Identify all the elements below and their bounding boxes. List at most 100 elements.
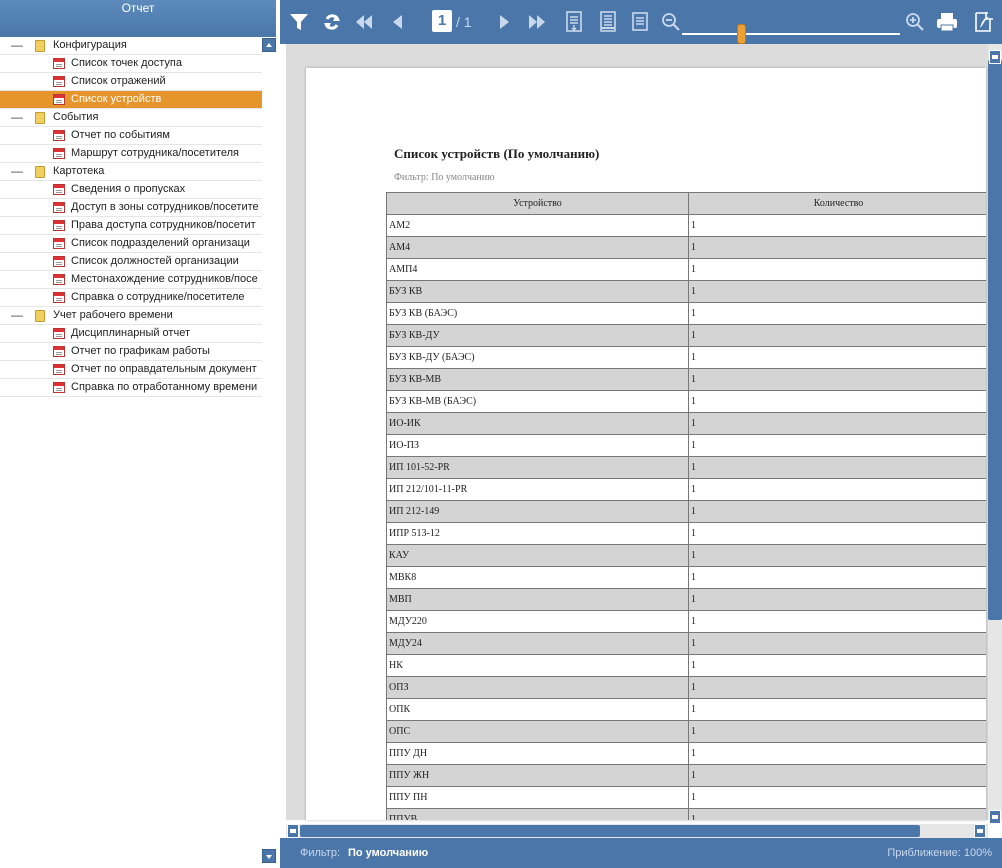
device-cell: МВП (386, 588, 689, 611)
tree-item[interactable]: Права доступа сотрудников/посетит (0, 217, 262, 235)
report-icon (53, 202, 65, 213)
tree-group[interactable]: — Картотека (0, 163, 262, 181)
page-width-icon[interactable] (626, 0, 654, 44)
report-icon (53, 292, 65, 303)
tree-item[interactable]: Список отражений (0, 73, 262, 91)
zoom-in-icon[interactable] (902, 0, 928, 44)
device-cell: ППУ ПН (386, 786, 689, 809)
zoom-slider-handle[interactable] (736, 24, 746, 44)
zoom-out-icon[interactable] (658, 0, 684, 44)
table-row: БУЗ КВ-ДУ (БАЭС) 1 (386, 346, 986, 369)
table-row: МВК8 1 (386, 566, 986, 589)
devices-table: Устройство Количество АМ2 1 АМ4 1 АМП4 1 БУЗ К… (386, 192, 986, 820)
scroll-left-button[interactable] (287, 824, 299, 838)
tree-item[interactable]: Дисциплинарный отчет (0, 325, 262, 343)
collapse-icon[interactable]: — (11, 307, 23, 324)
report-icon (53, 238, 65, 249)
table-row: ОПК 1 (386, 698, 986, 721)
count-cell: 1 (688, 742, 986, 765)
tree-group[interactable]: — Учет рабочего времени (0, 307, 262, 325)
report-filter-text: Фильтр: По умолчанию (394, 172, 495, 183)
device-cell: БУЗ КВ-МВ (БАЭС) (386, 390, 689, 413)
tree-group[interactable]: — Конфигурация (0, 37, 262, 55)
tree-scroll-up-button[interactable] (262, 38, 276, 52)
next-page-icon[interactable] (490, 0, 518, 44)
tree-item-label: Маршрут сотрудника/посетителя (71, 147, 240, 159)
table-row: БУЗ КВ-ДУ 1 (386, 324, 986, 347)
tree-item-label: Картотека (53, 165, 105, 177)
tree-item[interactable]: Сведения о пропусках (0, 181, 262, 199)
device-cell: БУЗ КВ (БАЭС) (386, 302, 689, 325)
device-cell: ОПК (386, 698, 689, 721)
collapse-icon[interactable]: — (11, 109, 23, 126)
tree-item[interactable]: Местонахождение сотрудников/посе (0, 271, 262, 289)
tree-item-label: Отчет по оправдательным документ (71, 363, 257, 375)
folder-icon (35, 112, 45, 124)
report-icon (53, 382, 65, 393)
tree-item[interactable]: Список подразделений организаци (0, 235, 262, 253)
table-row: АМП4 1 (386, 258, 986, 281)
print-icon[interactable] (932, 0, 962, 44)
column-header-count: Количество (688, 192, 986, 215)
table-row: ИО-ИК 1 (386, 412, 986, 435)
prev-page-icon[interactable] (384, 0, 412, 44)
status-filter-value: По умолчанию (348, 847, 429, 859)
report-viewer: Список устройств (По умолчанию) Фильтр: … (286, 44, 1002, 820)
tree-item[interactable]: Справка по отработанному времени (0, 379, 262, 397)
tree-item[interactable]: Список должностей организации (0, 253, 262, 271)
report-title: Список устройств (По умолчанию) (394, 146, 600, 161)
device-cell: АМ4 (386, 236, 689, 259)
count-cell: 1 (688, 478, 986, 501)
table-row: ИП 101-52-PR 1 (386, 456, 986, 479)
tree-item[interactable]: Доступ в зоны сотрудников/посетите (0, 199, 262, 217)
tree-item[interactable]: Список точек доступа (0, 55, 262, 73)
single-page-view-icon[interactable] (560, 0, 588, 44)
first-page-icon[interactable] (350, 0, 378, 44)
report-page: Список устройств (По умолчанию) Фильтр: … (306, 68, 986, 820)
tree-item[interactable]: Список устройств (0, 91, 262, 109)
table-row: ППУ ДН 1 (386, 742, 986, 765)
device-cell: ИО-ИК (386, 412, 689, 435)
count-cell: 1 (688, 808, 986, 820)
export-icon[interactable] (968, 0, 998, 44)
collapse-icon[interactable]: — (11, 163, 23, 180)
panel-title: Отчет (0, 0, 276, 37)
device-cell: БУЗ КВ-ДУ (386, 324, 689, 347)
collapse-icon[interactable]: — (11, 37, 23, 54)
scroll-right-button[interactable] (974, 824, 986, 838)
column-header-device: Устройство (386, 192, 689, 215)
device-cell: БУЗ КВ (386, 280, 689, 303)
filter-icon[interactable] (284, 0, 314, 44)
count-cell: 1 (688, 324, 986, 347)
count-cell: 1 (688, 412, 986, 435)
folder-icon (35, 166, 45, 178)
zoom-slider-track[interactable] (682, 33, 900, 35)
vertical-scrollbar-thumb[interactable] (988, 60, 1002, 620)
tree-item[interactable]: Отчет по событиям (0, 127, 262, 145)
count-cell: 1 (688, 280, 986, 303)
tree-item[interactable]: Отчет по графикам работы (0, 343, 262, 361)
folder-icon (35, 40, 45, 52)
device-cell: АМП4 (386, 258, 689, 281)
tree-item[interactable]: Отчет по оправдательным документ (0, 361, 262, 379)
table-row: ППУ ЖН 1 (386, 764, 986, 787)
page-number-input[interactable]: 1 (432, 10, 452, 32)
count-cell: 1 (688, 764, 986, 787)
table-row: ОПС 1 (386, 720, 986, 743)
device-cell: БУЗ КВ-ДУ (БАЭС) (386, 346, 689, 369)
table-row: ППУВ 1 (386, 808, 986, 820)
tree-item-label: Справка по отработанному времени (71, 381, 258, 393)
horizontal-scrollbar-thumb[interactable] (300, 825, 920, 837)
tree-group[interactable]: — События (0, 109, 262, 127)
last-page-icon[interactable] (522, 0, 554, 44)
refresh-icon[interactable] (318, 0, 346, 44)
tree-item[interactable]: Маршрут сотрудника/посетителя (0, 145, 262, 163)
continuous-view-icon[interactable] (594, 0, 622, 44)
tree-item[interactable]: Справка о сотруднике/посетителе (0, 289, 262, 307)
tree-scroll-down-button[interactable] (262, 849, 276, 863)
scroll-down-button[interactable] (989, 810, 1001, 824)
scroll-up-button[interactable] (989, 50, 1001, 64)
count-cell: 1 (688, 654, 986, 677)
table-row: ИПР 513-12 1 (386, 522, 986, 545)
device-cell: ОПС (386, 720, 689, 743)
